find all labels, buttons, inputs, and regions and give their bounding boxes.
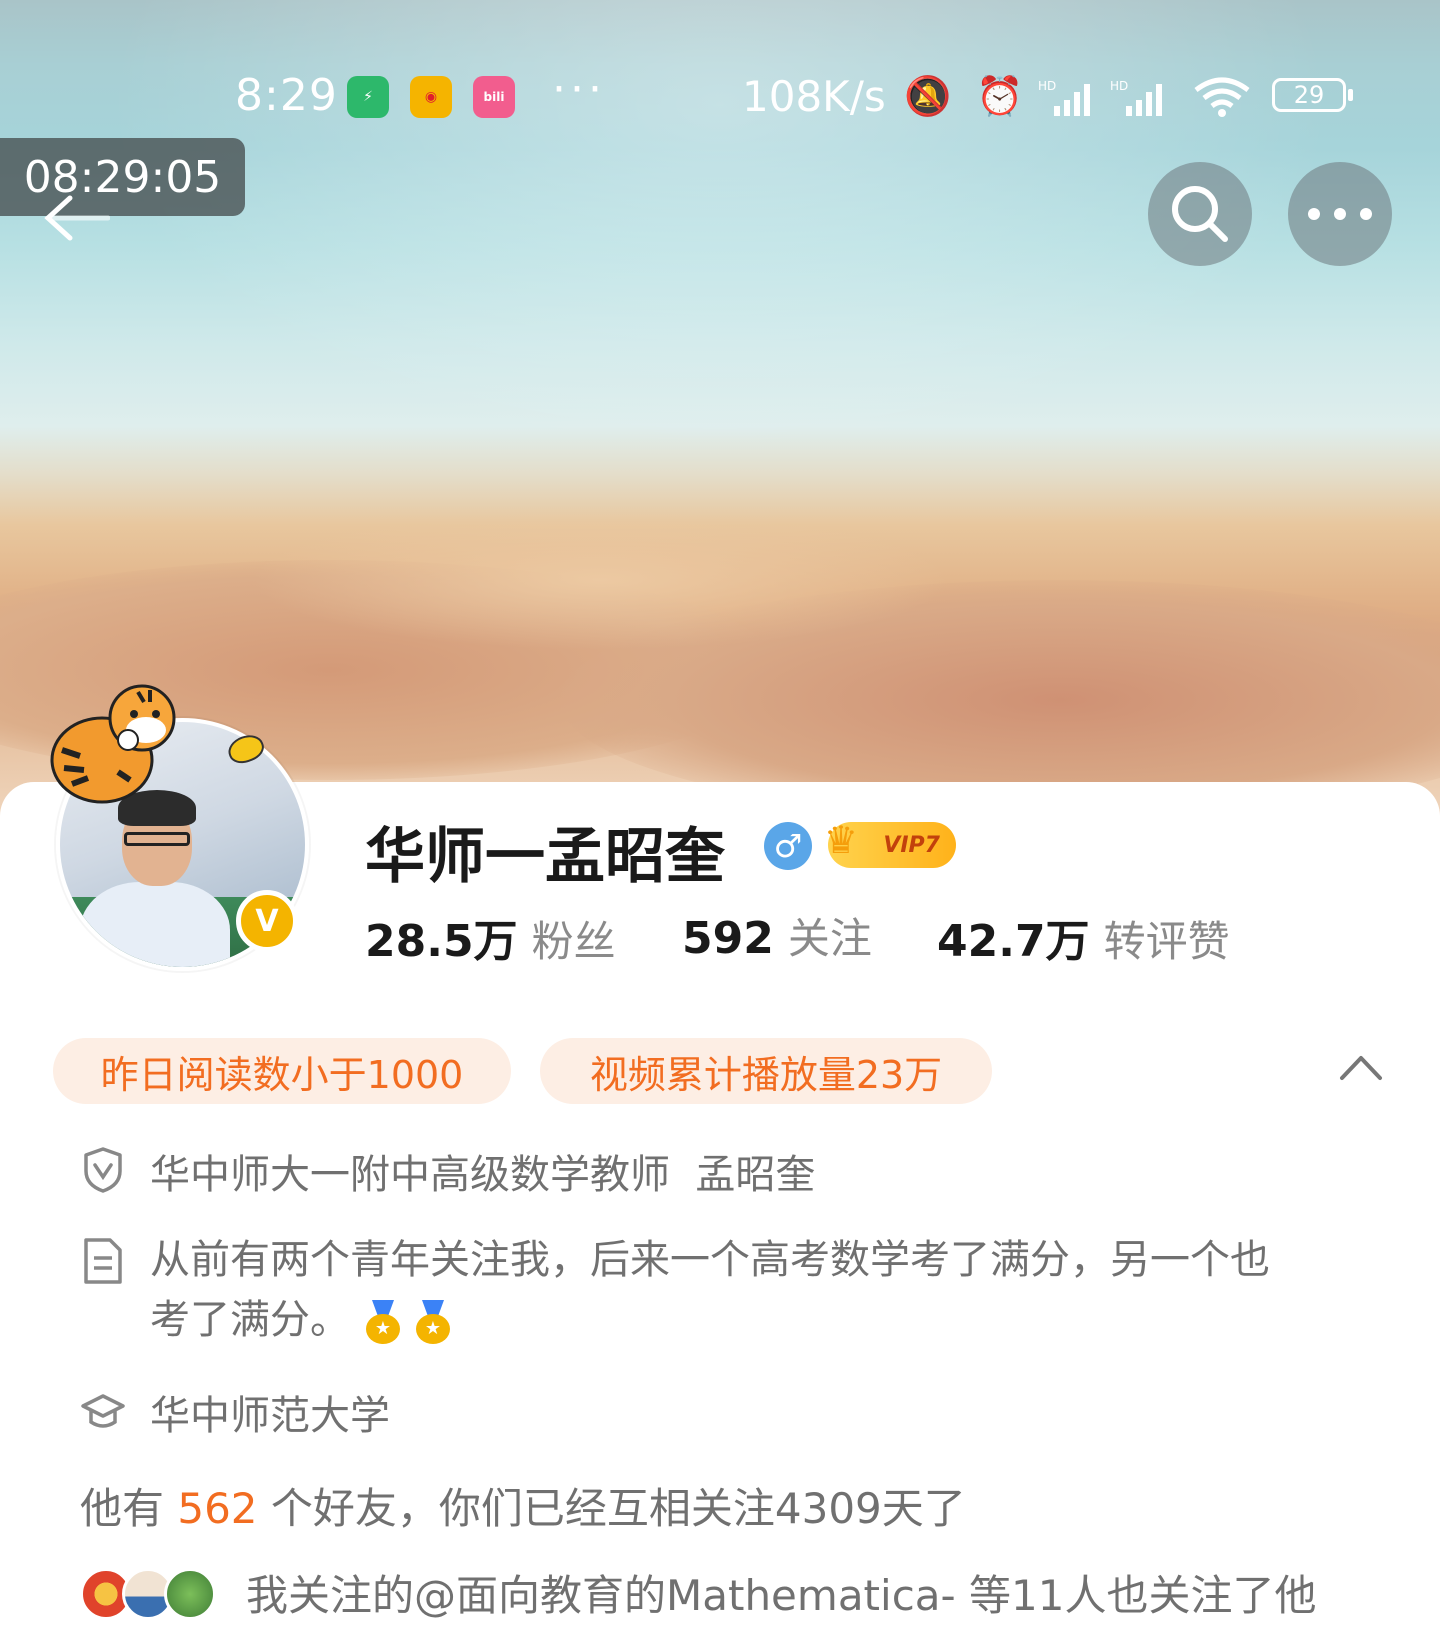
crown-icon: ♛ (824, 818, 859, 862)
status-more-icon: ··· (552, 64, 606, 115)
stat-label: 粉丝 (531, 917, 616, 966)
search-icon (1172, 186, 1228, 242)
bio-content: 从前有两个青年关注我，后来一个高考数学考了满分，另一个也考了满分。 (150, 1237, 1270, 1343)
document-icon (84, 1238, 122, 1284)
chevron-up-icon[interactable] (1338, 1050, 1384, 1084)
friends-count: 562 (177, 1484, 258, 1533)
mutual-text: 我关注的@面向教育的Mathematica- 等11人也关注了他 (246, 1571, 1317, 1620)
verification-row: 华中师大一附中高级数学教师 孟昭奎 (80, 1145, 1380, 1205)
signal-2-icon: HD (1110, 79, 1162, 116)
medal-icon (366, 1300, 400, 1344)
verification-text: 华中师大一附中高级数学教师 孟昭奎 (150, 1152, 816, 1198)
stat-label: 关注 (787, 914, 872, 963)
bilibili-app-icon: bili (473, 76, 515, 118)
mute-icon: 🔕 (904, 74, 952, 118)
signal-1-icon: HD (1038, 79, 1090, 116)
vip-badge[interactable]: ♛ VIP7 (824, 818, 956, 868)
weibo-app-icon: ◉ (410, 76, 452, 118)
stat-value: 592 (682, 913, 774, 964)
chip-yesterday-reads[interactable]: 昨日阅读数小于1000 (53, 1038, 511, 1104)
more-options-button[interactable] (1288, 162, 1392, 266)
friends-summary[interactable]: 他有 562 个好友，你们已经互相关注4309天了 (80, 1475, 966, 1536)
alarm-icon: ⏰ (976, 74, 1024, 118)
graduation-cap-icon (81, 1394, 125, 1428)
friends-prefix: 他有 (80, 1484, 178, 1533)
stat-label: 转评赞 (1103, 917, 1230, 966)
mutual-avatar (164, 1568, 216, 1620)
stat-following[interactable]: 592 关注 (682, 905, 872, 966)
svg-text:HD: HD (1110, 79, 1128, 93)
recording-timestamp: 08:29:05 (0, 138, 245, 216)
wifi-icon (1194, 77, 1250, 117)
friends-suffix: 个好友，你们已经互相关注4309天了 (257, 1484, 966, 1533)
search-button[interactable] (1148, 162, 1252, 266)
status-time: 8:29 (235, 70, 338, 121)
back-arrow-icon[interactable] (40, 192, 110, 242)
cover-dune (250, 510, 950, 650)
battery-indicator: 29 (1272, 78, 1353, 112)
status-bar: 8:29 ⚡ ◉ bili ··· 108K/s 🔕 ⏰ HD HD 29 (0, 58, 1440, 138)
school-text: 华中师范大学 (150, 1393, 390, 1439)
avatar-glasses (124, 832, 190, 846)
profile-name: 华师一孟昭奎 (365, 822, 725, 892)
network-speed: 108K/s (742, 72, 886, 121)
vip-label: VIP7 (883, 832, 940, 858)
profile-stats: 28.5万 粉丝 592 关注 42.7万 转评赞 (0, 905, 1440, 967)
stat-value: 42.7万 (937, 916, 1090, 967)
bio-text: 从前有两个青年关注我，后来一个高考数学考了满分，另一个也考了满分。 (150, 1230, 1300, 1350)
male-gender-icon: ♂ (764, 822, 812, 870)
stat-value: 28.5万 (365, 916, 518, 967)
school-row: 华中师范大学 (80, 1386, 680, 1446)
shield-v-icon (84, 1147, 122, 1193)
tiger-decoration-icon (50, 684, 176, 804)
chip-video-plays[interactable]: 视频累计播放量23万 (540, 1038, 992, 1104)
medal-icon (416, 1300, 450, 1344)
security-app-icon: ⚡ (347, 76, 389, 118)
more-dots-icon (1308, 208, 1372, 220)
stat-followers[interactable]: 28.5万 粉丝 (365, 905, 616, 969)
stat-reposts-comments-likes[interactable]: 42.7万 转评赞 (937, 905, 1230, 969)
svg-text:HD: HD (1038, 79, 1056, 93)
